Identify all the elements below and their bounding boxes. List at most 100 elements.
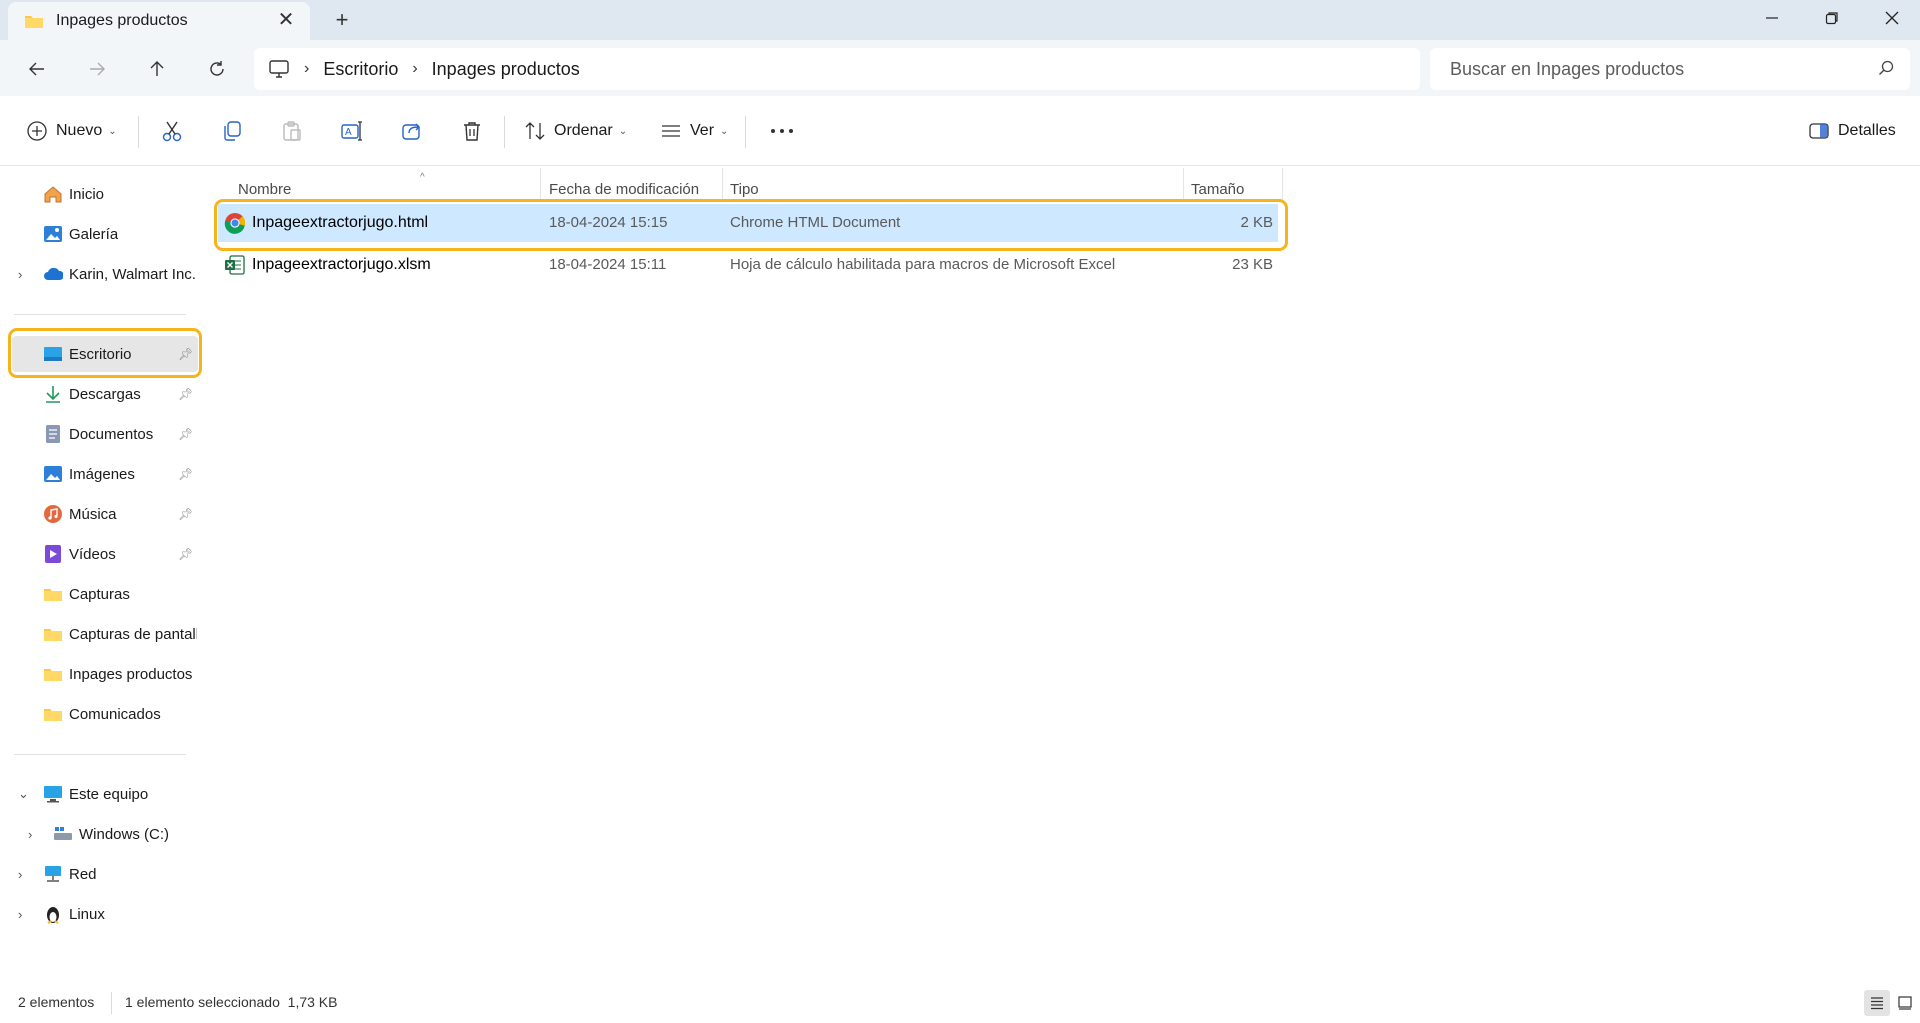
close-tab-button[interactable]: ✕ [276, 10, 296, 30]
column-header-label: Tamaño [1191, 180, 1245, 198]
sidebar-item-inpages-productos[interactable]: Inpages productos [0, 656, 198, 692]
trash-icon [464, 122, 480, 141]
sidebar-item-imagenes[interactable]: Imágenes 📌︎ [0, 456, 198, 492]
search-input[interactable]: Buscar en Inpages productos [1430, 48, 1910, 90]
copy-button[interactable] [217, 116, 247, 146]
details-button[interactable]: Detalles [1808, 114, 1896, 148]
new-tab-button[interactable]: + [330, 8, 354, 32]
close-icon [1885, 11, 1899, 25]
command-bar: Nuevo ⌄ A Ordenar ⌄ Ver ⌄ Detalles [0, 96, 1920, 166]
pin-icon[interactable]: 📌︎ [178, 387, 193, 401]
sidebar-item-label: Descargas [69, 385, 141, 403]
title-bar: Inpages productos ✕ + [0, 0, 1920, 40]
chevron-right-icon[interactable]: › [18, 867, 22, 882]
sort-button[interactable]: Ordenar ⌄ [524, 114, 627, 148]
chevron-right-icon: › [412, 60, 418, 77]
breadcrumb[interactable]: › Escritorio › Inpages productos [254, 48, 1420, 90]
sidebar-item-onedrive[interactable]: › Karin, Walmart Inc. [0, 256, 198, 292]
sidebar-item-linux[interactable]: › Linux [0, 896, 198, 932]
chevron-right-icon: › [304, 60, 310, 77]
documents-icon [43, 424, 63, 444]
rename-button[interactable]: A [337, 116, 367, 146]
sidebar-item-musica[interactable]: Música 📌︎ [0, 496, 198, 532]
up-button[interactable] [142, 54, 172, 84]
column-header-label: Tipo [730, 180, 759, 198]
toolbar-divider [138, 116, 139, 148]
forward-button[interactable] [82, 54, 112, 84]
sidebar-item-galeria[interactable]: Galería [0, 216, 198, 252]
column-divider[interactable] [540, 168, 541, 200]
breadcrumb-escritorio[interactable]: Escritorio [323, 59, 398, 80]
highlight-annotation-sidebar [8, 328, 202, 378]
folder-icon [43, 704, 63, 724]
details-label: Detalles [1838, 122, 1896, 139]
column-divider[interactable] [1183, 168, 1184, 200]
delete-button[interactable] [457, 116, 487, 146]
status-divider [111, 992, 112, 1014]
pin-icon[interactable]: 📌︎ [178, 547, 193, 561]
column-divider[interactable] [1282, 168, 1283, 200]
folder-icon [43, 584, 63, 604]
sidebar-item-windows-c[interactable]: › Windows (C:) [0, 816, 198, 852]
back-button[interactable] [22, 54, 52, 84]
sort-label: Ordenar [554, 122, 613, 139]
chevron-right-icon[interactable]: › [18, 267, 22, 282]
sidebar-item-capturas-de-pantalla[interactable]: Capturas de pantalla [0, 616, 198, 652]
sidebar-divider [14, 314, 186, 315]
plus-circle-icon [27, 121, 47, 141]
sidebar-item-videos[interactable]: Vídeos 📌︎ [0, 536, 198, 572]
sidebar-item-label: Capturas [69, 585, 130, 603]
chevron-right-icon[interactable]: › [28, 827, 32, 842]
tiles-view-icon [1898, 996, 1912, 1010]
share-button[interactable] [397, 116, 427, 146]
sidebar-item-este-equipo[interactable]: ⌄ Este equipo [0, 776, 198, 812]
new-label: Nuevo [56, 122, 103, 139]
sidebar-item-inicio[interactable]: Inicio [0, 176, 198, 212]
chevron-down-icon[interactable]: ⌄ [18, 786, 29, 802]
tab-inpages-productos[interactable]: Inpages productos ✕ [8, 2, 310, 40]
paste-button[interactable] [277, 116, 307, 146]
breadcrumb-inpages-productos[interactable]: Inpages productos [432, 59, 580, 80]
file-size: 23 KB [1232, 256, 1273, 273]
view-button[interactable]: Ver ⌄ [660, 114, 728, 148]
details-view-button[interactable] [1864, 990, 1890, 1016]
column-divider[interactable] [722, 168, 723, 200]
sidebar-item-comunicados[interactable]: Comunicados [0, 696, 198, 732]
sidebar-item-capturas[interactable]: Capturas [0, 576, 198, 612]
tiles-view-button[interactable] [1892, 990, 1918, 1016]
sidebar-item-red[interactable]: › Red [0, 856, 198, 892]
pin-icon[interactable]: 📌︎ [178, 467, 193, 481]
chevron-right-icon[interactable]: › [18, 907, 22, 922]
sidebar-item-label: Red [69, 865, 97, 883]
sidebar-item-documentos[interactable]: Documentos 📌︎ [0, 416, 198, 452]
new-button[interactable]: Nuevo ⌄ [26, 114, 117, 148]
sort-icon [525, 122, 545, 140]
home-icon [43, 184, 63, 204]
more-icon [771, 129, 793, 133]
refresh-button[interactable] [202, 54, 232, 84]
sidebar-item-label: Capturas de pantalla [69, 625, 197, 643]
sidebar-item-descargas[interactable]: Descargas 📌︎ [0, 376, 198, 412]
table-row[interactable]: Inpageextractorjugo.xlsm 18-04-2024 15:1… [218, 246, 1278, 284]
sidebar-item-label: Comunicados [69, 705, 161, 723]
restore-button[interactable] [1812, 4, 1852, 32]
minimize-button[interactable] [1752, 4, 1792, 32]
copy-icon [224, 121, 241, 141]
pin-icon[interactable]: 📌︎ [178, 507, 193, 521]
sidebar-item-label: Música [69, 505, 117, 523]
videos-icon [43, 544, 63, 564]
linux-penguin-icon [43, 904, 63, 924]
restore-icon [1825, 12, 1838, 25]
network-icon [43, 864, 63, 884]
details-view-icon [1871, 997, 1883, 1010]
cut-button[interactable] [157, 116, 187, 146]
pin-icon[interactable]: 📌︎ [178, 427, 193, 441]
more-options-button[interactable] [767, 116, 797, 146]
tab-title: Inpages productos [56, 12, 188, 29]
close-window-button[interactable] [1872, 4, 1912, 32]
chevron-down-icon: ⌄ [108, 125, 117, 137]
column-header-label: Nombre [238, 180, 292, 198]
music-icon [43, 504, 63, 524]
sidebar-item-label: Linux [69, 905, 105, 923]
status-bar: 2 elementos 1 elemento seleccionado 1,73… [0, 986, 1920, 1023]
